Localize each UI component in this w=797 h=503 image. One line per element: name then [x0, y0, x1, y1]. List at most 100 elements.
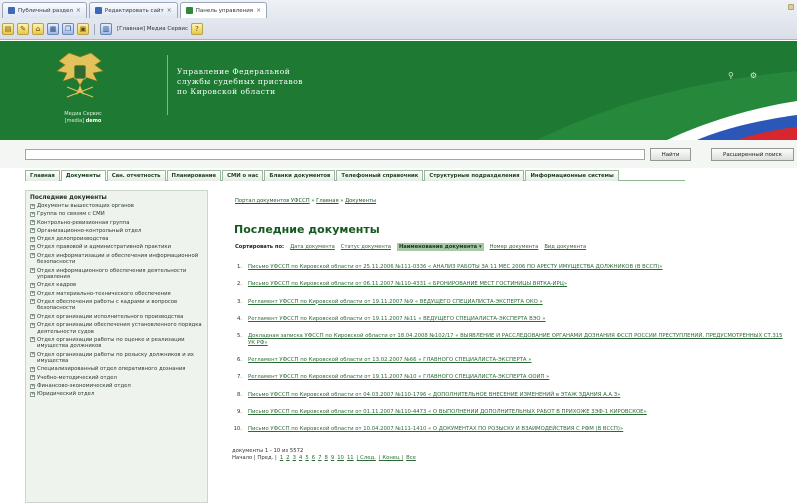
sort-option[interactable]: Наименование документа ▾	[396, 243, 484, 251]
page-link[interactable]: 7	[318, 455, 321, 462]
expand-icon[interactable]: +	[30, 291, 35, 297]
expand-icon[interactable]: +	[30, 228, 35, 234]
search-input[interactable]	[25, 149, 645, 160]
document-link[interactable]: Регламент УФССП по Кировской области от …	[248, 374, 549, 381]
close-icon[interactable]: ×	[76, 7, 81, 14]
sort-option[interactable]: Статус документа	[341, 244, 391, 250]
expand-icon[interactable]: +	[30, 337, 35, 343]
search-icon[interactable]: ⚲	[728, 71, 734, 80]
breadcrumb-portal[interactable]: Портал документов УФССП	[235, 198, 310, 204]
sidebar-item[interactable]: + Отдел обеспечения работы с кадрами и во…	[30, 299, 204, 312]
expand-icon[interactable]: +	[30, 253, 35, 259]
nav-tab[interactable]: Телефонный справочник	[336, 170, 424, 181]
edit-icon[interactable]: ✎	[17, 23, 29, 35]
document-link[interactable]: Докладная записка УФССП по Кировской обл…	[248, 333, 787, 346]
sidebar-item[interactable]: + Организационно-контрольный отдел	[30, 228, 204, 235]
nav-tab[interactable]: Документы	[60, 170, 106, 181]
sidebar-item[interactable]: + Отдел кадров	[30, 282, 204, 289]
browser-tab[interactable]: Панель управления ×	[179, 2, 268, 18]
page-link[interactable]: 4	[299, 455, 302, 462]
page-link[interactable]: 9	[331, 455, 334, 462]
sidebar-item[interactable]: + Отдел организации исполнительного произ…	[30, 314, 204, 321]
document-link[interactable]: Письмо УФССП по Кировской области от 04.…	[248, 392, 620, 399]
nav-tab[interactable]: Структурные подразделения	[424, 170, 525, 181]
pager-start[interactable]: Начало | Пред. |	[232, 455, 277, 462]
pager-all[interactable]: Все	[406, 455, 416, 462]
sidebar-item[interactable]: + Юридический отдел	[30, 391, 204, 398]
expand-icon[interactable]: +	[30, 322, 35, 328]
sidebar-item[interactable]: + Специализированный отдел оперативного д…	[30, 366, 204, 373]
sidebar-item[interactable]: + Отдел организации работы по оценке и ре…	[30, 337, 204, 350]
expand-icon[interactable]: +	[30, 391, 35, 397]
page-link[interactable]: 1	[280, 455, 283, 462]
advanced-search-button[interactable]: Расширенный поиск	[711, 148, 794, 161]
sidebar-item[interactable]: + Контрольно-ревизионная группа	[30, 220, 204, 227]
expand-icon[interactable]: +	[30, 268, 35, 274]
expand-icon[interactable]: +	[30, 299, 35, 305]
page-link[interactable]: 11	[347, 455, 354, 462]
search-button[interactable]: Найти	[650, 148, 691, 161]
document-link[interactable]: Письмо УФССП по Кировской области от 01.…	[248, 409, 647, 416]
window-menu-icon[interactable]	[788, 4, 794, 10]
browser-tab[interactable]: Редактировать сайт ×	[88, 2, 178, 18]
expand-icon[interactable]: +	[30, 220, 35, 226]
expand-icon[interactable]: +	[30, 211, 35, 217]
sidebar-item[interactable]: + Группа по связям с СМИ	[30, 211, 204, 218]
document-link[interactable]: Письмо УФССП по Кировской области от 10.…	[248, 426, 623, 433]
pager-end[interactable]: | Конец |	[379, 455, 403, 462]
page-link[interactable]: 10	[337, 455, 344, 462]
sidebar-item[interactable]: + Отдел правовой и административной практ…	[30, 244, 204, 251]
nav-tab[interactable]: СМИ о нас	[222, 170, 264, 181]
expand-icon[interactable]: +	[30, 352, 35, 358]
sort-option[interactable]: Номер документа	[490, 244, 539, 250]
nav-tab[interactable]: Сан. отчетность	[106, 170, 166, 181]
sidebar-item[interactable]: + Отдел информационного обеспечения деяте…	[30, 268, 204, 281]
document-link[interactable]: Регламент УФССП по Кировской области от …	[248, 357, 531, 364]
expand-icon[interactable]: +	[30, 282, 35, 288]
close-icon[interactable]: ×	[256, 7, 261, 14]
sidebar-item[interactable]: + Отдел организации работы по розыску дол…	[30, 352, 204, 365]
nav-tab[interactable]: Главная	[25, 170, 60, 181]
sort-option[interactable]: Дата документа	[290, 244, 335, 250]
page-link[interactable]: 5	[305, 455, 308, 462]
expand-icon[interactable]: +	[30, 375, 35, 381]
page-icon[interactable]: ▥	[100, 23, 112, 35]
sidebar-item[interactable]: + Отдел организации обеспечения установле…	[30, 322, 204, 335]
page-link[interactable]: 3	[293, 455, 296, 462]
sidebar-item[interactable]: + Отдел материально-технического обеспече…	[30, 291, 204, 298]
page-link[interactable]: 8	[324, 455, 327, 462]
document-link[interactable]: Письмо УФССП по Кировской области от 25.…	[248, 264, 663, 271]
sidebar-item[interactable]: + Учебно-методический отдел	[30, 375, 204, 382]
expand-icon[interactable]: +	[30, 383, 35, 389]
nav-tab[interactable]: Бланки документов	[264, 170, 336, 181]
nav-tab[interactable]: Информационные системы	[525, 170, 619, 181]
copy-icon[interactable]: ❐	[62, 23, 74, 35]
document-link[interactable]: Регламент УФССП по Кировской области от …	[248, 316, 546, 323]
page-link[interactable]: 6	[312, 455, 315, 462]
sidebar-item[interactable]: + Отдел делопроизводства	[30, 236, 204, 243]
document-icon[interactable]: ▦	[47, 23, 59, 35]
settings-icon[interactable]: ⚙	[750, 71, 757, 80]
breadcrumb-current[interactable]: Документы	[345, 198, 376, 204]
breadcrumb-home[interactable]: Главная	[316, 198, 338, 204]
browser-tab[interactable]: Публичный раздел ×	[2, 2, 87, 18]
expand-icon[interactable]: +	[30, 244, 35, 250]
image-icon[interactable]: ▣	[77, 23, 89, 35]
sidebar-item[interactable]: + Документы вышестоящих органов	[30, 203, 204, 210]
sidebar-item[interactable]: + Отдел информатизации и обеспечения инфо…	[30, 253, 204, 266]
sort-option[interactable]: Вид документа	[544, 244, 586, 250]
pager-next[interactable]: | След.	[357, 455, 376, 462]
document-link[interactable]: Регламент УФССП по Кировской области от …	[248, 299, 543, 306]
expand-icon[interactable]: +	[30, 203, 35, 209]
expand-icon[interactable]: +	[30, 236, 35, 242]
expand-icon[interactable]: +	[30, 366, 35, 372]
nav-tab[interactable]: Планирование	[166, 170, 222, 181]
sidebar-item[interactable]: + Финансово-экономический отдел	[30, 383, 204, 390]
home-icon[interactable]: ⌂	[32, 23, 44, 35]
help-icon[interactable]: ?	[190, 23, 203, 35]
expand-icon[interactable]: +	[30, 314, 35, 320]
folder-icon[interactable]: ▤	[2, 23, 14, 35]
close-icon[interactable]: ×	[167, 7, 172, 14]
document-link[interactable]: Письмо УФССП по Кировской области от 06.…	[248, 281, 567, 288]
page-link[interactable]: 2	[286, 455, 289, 462]
